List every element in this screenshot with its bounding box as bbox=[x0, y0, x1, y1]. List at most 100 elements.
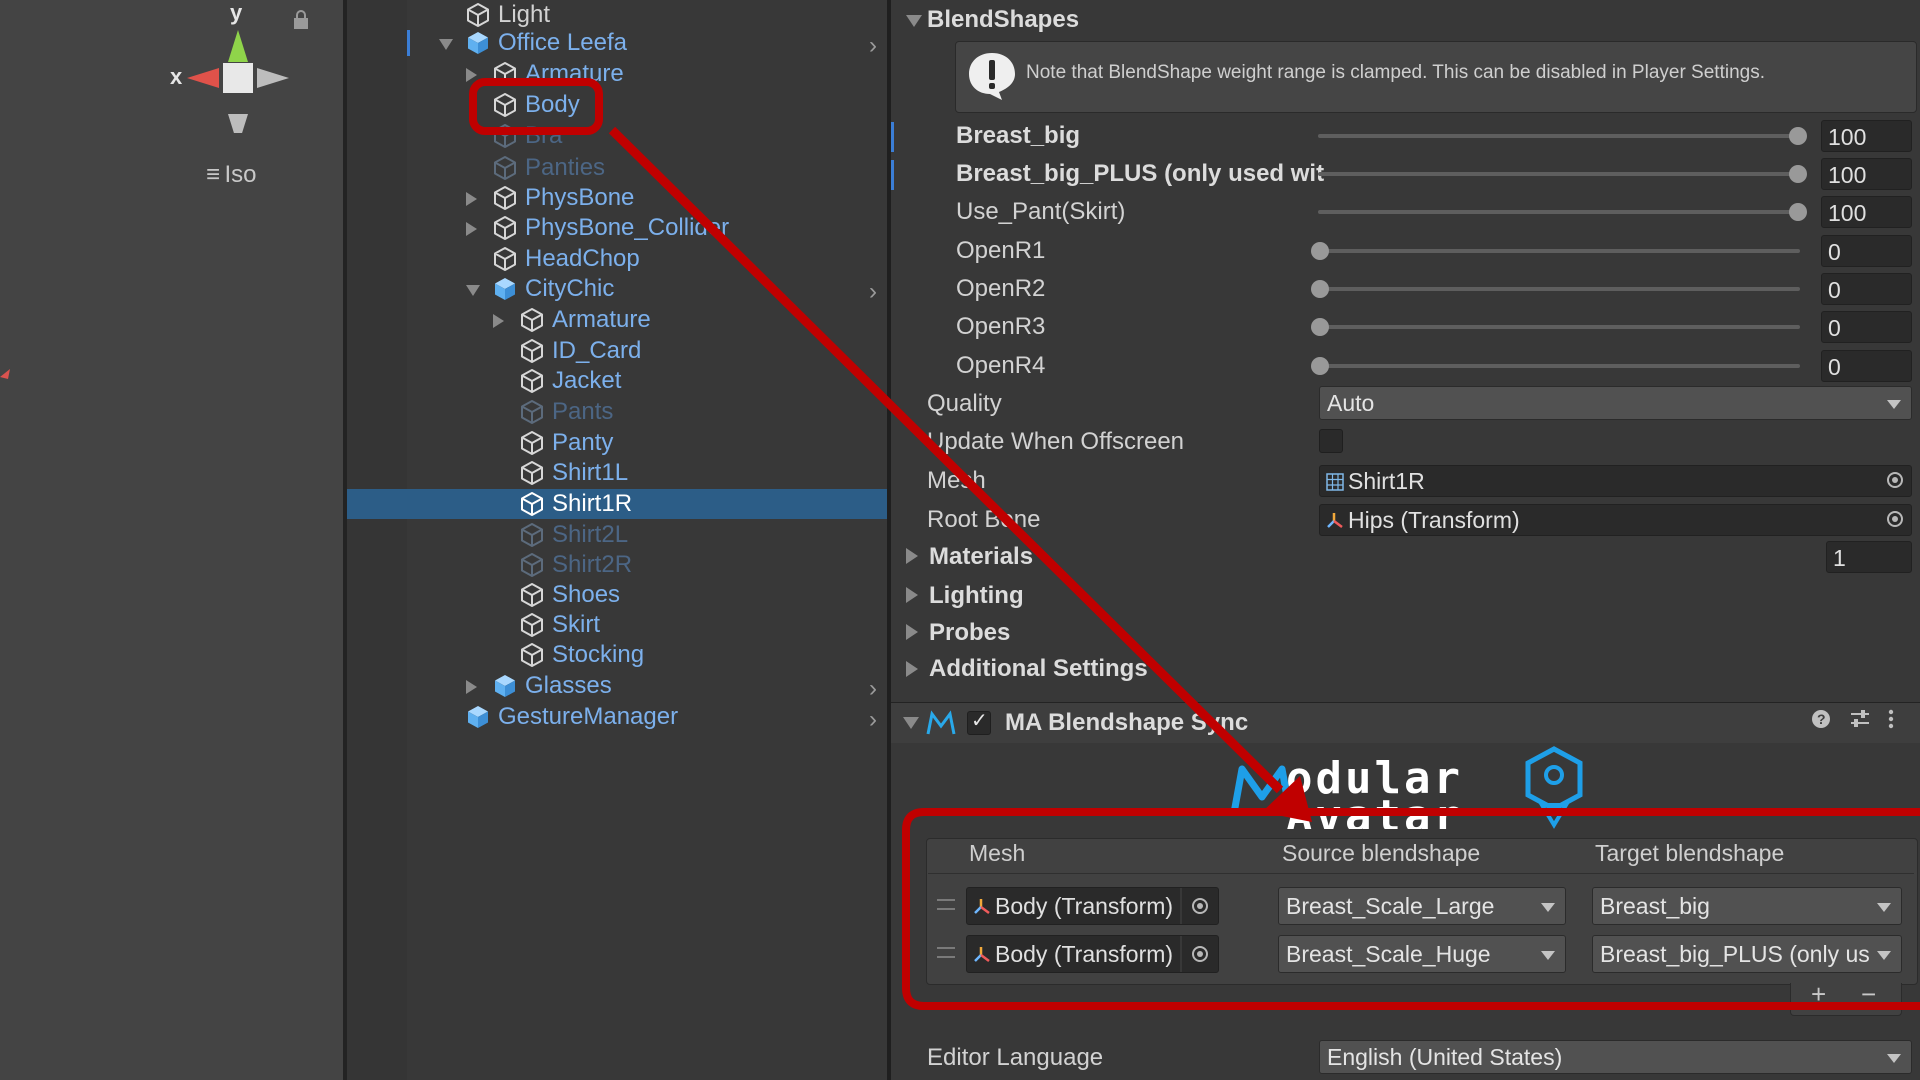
component-header[interactable]: ✓ MA Blendshape Sync ? bbox=[891, 702, 1920, 743]
blendshape-name: Breast_big_PLUS (only used wit bbox=[956, 160, 1325, 187]
hierarchy-row[interactable]: Armature bbox=[347, 305, 887, 335]
hierarchy-row[interactable]: PhysBone bbox=[347, 183, 887, 213]
blendshape-slider-knob[interactable] bbox=[1311, 318, 1329, 336]
hierarchy-row[interactable]: Pants bbox=[347, 397, 887, 427]
chevron-right-icon[interactable]: › bbox=[869, 278, 877, 306]
blendshape-value-field[interactable]: 0 bbox=[1821, 350, 1912, 382]
chevron-right-icon[interactable]: › bbox=[869, 32, 877, 60]
blendshape-value-field[interactable]: 100 bbox=[1821, 196, 1912, 228]
chevron-right-icon[interactable]: › bbox=[869, 675, 877, 703]
scene-view[interactable]: y x ≡ Iso bbox=[0, 0, 343, 1080]
quality-dropdown[interactable]: Auto bbox=[1319, 386, 1912, 420]
help-icon[interactable]: ? bbox=[1811, 709, 1831, 735]
hierarchy-row[interactable]: Shirt2R bbox=[347, 550, 887, 580]
mesh-object-field[interactable]: Body (Transform) bbox=[966, 935, 1219, 973]
add-row-button[interactable]: + bbox=[1811, 979, 1826, 1010]
source-blendshape-dropdown[interactable]: Breast_Scale_Huge bbox=[1278, 935, 1566, 973]
hierarchy-row[interactable]: CityChic › bbox=[347, 274, 887, 306]
editor-language-dropdown[interactable]: English (United States) bbox=[1319, 1040, 1912, 1074]
drag-handle-icon[interactable] bbox=[937, 899, 955, 910]
hierarchy-row[interactable]: Bra bbox=[347, 121, 887, 151]
probes-foldout-arrow[interactable] bbox=[906, 624, 918, 640]
hierarchy-row[interactable]: Shirt2L bbox=[347, 520, 887, 550]
expand-arrow-closed-icon[interactable] bbox=[466, 192, 477, 206]
blendshape-value-field[interactable]: 0 bbox=[1821, 235, 1912, 267]
expand-arrow-closed-icon[interactable] bbox=[466, 68, 477, 82]
blendshape-slider-track[interactable] bbox=[1318, 249, 1800, 253]
expand-arrow-closed-icon[interactable] bbox=[466, 680, 477, 694]
lock-icon[interactable] bbox=[292, 10, 310, 30]
target-blendshape-dropdown[interactable]: Breast_big bbox=[1592, 887, 1902, 925]
projection-toggle[interactable]: ≡ Iso bbox=[206, 161, 256, 189]
probes-label[interactable]: Probes bbox=[929, 618, 1010, 648]
presets-icon[interactable] bbox=[1849, 708, 1871, 736]
hierarchy-row-label: GestureManager bbox=[498, 703, 679, 730]
expand-arrow-open-icon[interactable] bbox=[466, 285, 480, 296]
more-options-icon[interactable] bbox=[1887, 708, 1895, 736]
hierarchy-row[interactable]: Shoes bbox=[347, 580, 887, 610]
materials-foldout-arrow[interactable] bbox=[906, 548, 918, 564]
hierarchy-row[interactable]: Panties bbox=[347, 153, 887, 183]
hierarchy-row[interactable]: PhysBone_Collider bbox=[347, 213, 887, 243]
lighting-label[interactable]: Lighting bbox=[929, 581, 1024, 611]
materials-label[interactable]: Materials bbox=[929, 542, 1033, 572]
update-offscreen-checkbox[interactable] bbox=[1319, 429, 1343, 453]
blendshape-value-field[interactable]: 0 bbox=[1821, 311, 1912, 343]
hierarchy-row-label: CityChic bbox=[525, 275, 615, 302]
hierarchy-row[interactable]: Panty bbox=[347, 428, 887, 458]
hierarchy-row[interactable]: Stocking bbox=[347, 640, 887, 670]
blendshape-slider-track[interactable] bbox=[1318, 134, 1800, 138]
lighting-foldout-arrow[interactable] bbox=[906, 587, 918, 603]
orientation-gizmo[interactable] bbox=[165, 18, 295, 133]
hierarchy-row[interactable]: Shirt1L bbox=[347, 458, 887, 488]
mesh-field[interactable]: Shirt1R bbox=[1319, 465, 1912, 497]
blendshape-slider-knob[interactable] bbox=[1789, 203, 1807, 221]
component-enabled-checkbox[interactable]: ✓ bbox=[967, 710, 991, 735]
blendshape-slider-track[interactable] bbox=[1318, 364, 1800, 368]
object-picker-icon[interactable] bbox=[1192, 946, 1208, 962]
hierarchy-row[interactable]: Office Leefa › bbox=[347, 28, 887, 60]
blendshape-slider-knob[interactable] bbox=[1789, 165, 1807, 183]
hierarchy-row[interactable]: ID_Card bbox=[347, 336, 887, 366]
object-picker-icon[interactable] bbox=[1192, 898, 1208, 914]
expand-arrow-closed-icon[interactable] bbox=[493, 314, 504, 328]
hierarchy-row[interactable]: HeadChop bbox=[347, 244, 887, 274]
hierarchy-row[interactable]: Body bbox=[347, 90, 887, 120]
mesh-object-field[interactable]: Body (Transform) bbox=[966, 887, 1219, 925]
hierarchy-row[interactable]: Glasses › bbox=[347, 671, 887, 703]
object-picker-icon[interactable] bbox=[1887, 511, 1903, 527]
hierarchy-row[interactable]: GestureManager › bbox=[347, 702, 887, 734]
source-blendshape-dropdown[interactable]: Breast_Scale_Large bbox=[1278, 887, 1566, 925]
hierarchy-row[interactable]: Jacket bbox=[347, 366, 887, 396]
blendshape-value-field[interactable]: 100 bbox=[1821, 158, 1912, 190]
blendshape-slider-knob[interactable] bbox=[1789, 127, 1807, 145]
chevron-right-icon[interactable]: › bbox=[869, 706, 877, 734]
hierarchy-row[interactable]: Armature bbox=[347, 59, 887, 89]
blendshape-slider-knob[interactable] bbox=[1311, 357, 1329, 375]
blendshapes-foldout-arrow[interactable] bbox=[906, 15, 922, 27]
hierarchy-row[interactable]: Skirt bbox=[347, 610, 887, 640]
blendshape-slider-track[interactable] bbox=[1318, 172, 1800, 176]
blendshape-slider-knob[interactable] bbox=[1311, 242, 1329, 260]
additional-settings-foldout-arrow[interactable] bbox=[906, 661, 918, 677]
expand-arrow-open-icon[interactable] bbox=[439, 39, 453, 50]
materials-count-field[interactable]: 1 bbox=[1826, 541, 1912, 573]
blendshapes-header[interactable]: BlendShapes bbox=[927, 5, 1079, 35]
hierarchy-row[interactable]: Shirt1R bbox=[347, 489, 887, 519]
drag-handle-icon[interactable] bbox=[937, 947, 955, 958]
blendshape-slider-track[interactable] bbox=[1318, 210, 1800, 214]
blendshape-value-field[interactable]: 0 bbox=[1821, 273, 1912, 305]
expand-arrow-closed-icon[interactable] bbox=[466, 222, 477, 236]
component-foldout-arrow[interactable] bbox=[903, 717, 919, 729]
remove-row-button[interactable]: − bbox=[1861, 979, 1876, 1010]
blendshape-value-field[interactable]: 100 bbox=[1821, 120, 1912, 152]
blendshape-slider-track[interactable] bbox=[1318, 287, 1800, 291]
blendshape-slider-track[interactable] bbox=[1318, 325, 1800, 329]
additional-settings-label[interactable]: Additional Settings bbox=[929, 654, 1148, 684]
target-blendshape-dropdown[interactable]: Breast_big_PLUS (only us bbox=[1592, 935, 1902, 973]
hierarchy-row[interactable]: Light bbox=[347, 0, 887, 30]
root-bone-field[interactable]: Hips (Transform) bbox=[1319, 504, 1912, 536]
object-picker-icon[interactable] bbox=[1887, 472, 1903, 488]
gameobject-icon bbox=[518, 551, 546, 579]
blendshape-slider-knob[interactable] bbox=[1311, 280, 1329, 298]
